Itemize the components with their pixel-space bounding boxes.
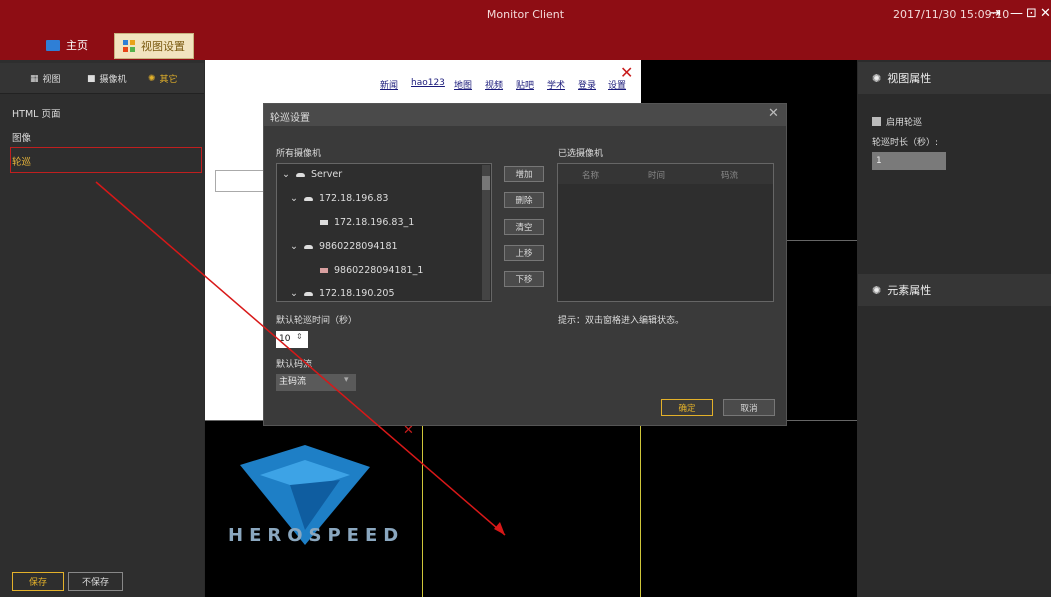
tree-node-device[interactable]: ⌄ 9860228094181 <box>290 241 398 252</box>
dialog-title: 轮巡设置 <box>270 113 310 124</box>
tree-node-label: Server <box>310 169 343 180</box>
chevron-down-icon[interactable]: ▾ <box>344 375 349 385</box>
camera-icon: ■ <box>87 73 96 84</box>
camera-icon <box>320 220 328 225</box>
logo-text: HEROSPEED <box>228 525 405 546</box>
column-stream[interactable]: 码流 <box>721 169 738 181</box>
cancel-button[interactable]: 取消 <box>723 399 775 416</box>
link-xueshu[interactable]: 学术 <box>547 78 565 91</box>
view-props-header: ✺ 视图属性 <box>858 62 1051 94</box>
selected-cameras-label: 已选摄像机 <box>558 149 604 159</box>
camera-icon <box>320 268 328 273</box>
tab-view[interactable]: ▦ 视图 <box>30 72 61 86</box>
monitor-icon <box>46 39 60 51</box>
tree-node-device[interactable]: ⌄ 172.18.190.205 <box>290 288 395 299</box>
server-icon <box>303 196 313 201</box>
tab-other-label: 其它 <box>159 75 178 85</box>
chevron-down-icon: ⌄ <box>290 288 298 299</box>
restore-icon[interactable]: ⊡ <box>1026 6 1037 21</box>
element-props-title: 元素属性 <box>887 284 932 297</box>
tree-node-label: 172.18.196.83_1 <box>334 217 415 228</box>
checkbox-icon <box>872 117 881 126</box>
chevron-down-icon: ⌄ <box>282 169 290 180</box>
camera-tree[interactable] <box>276 163 492 302</box>
tree-node-label: 9860228094181 <box>318 241 398 252</box>
tree-scroll-thumb[interactable] <box>482 176 490 190</box>
move-up-button[interactable]: 上移 <box>504 245 544 261</box>
list-item-tour[interactable]: 轮巡 <box>12 154 31 168</box>
link-login[interactable]: 登录 <box>578 78 596 91</box>
column-time[interactable]: 时间 <box>648 169 665 181</box>
chevron-down-icon: ⌄ <box>290 193 298 204</box>
element-props-header: ✺ 元素属性 <box>858 274 1051 306</box>
tab-camera[interactable]: ■ 摄像机 <box>87 72 127 86</box>
nav-view-settings[interactable]: 视图设置 <box>114 33 194 59</box>
ok-button[interactable]: 确定 <box>661 399 713 416</box>
server-icon <box>295 172 305 177</box>
link-news[interactable]: 新闻 <box>380 78 398 91</box>
server-icon <box>303 291 313 296</box>
hint-text: 提示：双击窗格进入编辑状态。 <box>558 316 685 326</box>
link-video[interactable]: 视频 <box>485 78 503 91</box>
close-pane-icon[interactable]: ✕ <box>620 63 633 82</box>
grid-line <box>640 420 641 597</box>
tree-node-device[interactable]: ⌄ 172.18.196.83 <box>290 193 388 204</box>
default-time-label: 默认轮巡时间（秒） <box>276 316 358 326</box>
nav-home-label: 主页 <box>66 39 88 52</box>
tree-node-label: 172.18.196.83 <box>318 193 389 204</box>
gear-icon: ✺ <box>872 283 882 297</box>
server-icon <box>303 244 313 249</box>
grid-icon <box>123 40 135 52</box>
column-name[interactable]: 名称 <box>582 169 599 181</box>
add-button[interactable]: 增加 <box>504 166 544 182</box>
spin-icon[interactable]: ⇕ <box>296 332 303 341</box>
dialog-title-bar <box>264 104 786 126</box>
logout-icon[interactable]: ⇥ <box>990 6 1001 21</box>
tour-duration-label: 轮巡时长（秒）: <box>872 138 939 148</box>
link-tieba[interactable]: 贴吧 <box>516 78 534 91</box>
tab-camera-label: 摄像机 <box>99 75 127 85</box>
gear-icon: ✺ <box>148 73 156 84</box>
clear-button[interactable]: 清空 <box>504 219 544 235</box>
gear-icon: ✺ <box>872 71 882 85</box>
search-box[interactable] <box>215 170 265 192</box>
tab-other[interactable]: ✺ 其它 <box>148 72 178 86</box>
save-button[interactable]: 保存 <box>12 572 64 591</box>
link-map[interactable]: 地图 <box>454 78 472 91</box>
list-item-image[interactable]: 图像 <box>12 130 31 144</box>
nosave-button[interactable]: 不保存 <box>68 572 123 591</box>
tree-node-camera[interactable]: 9860228094181_1 <box>320 265 423 276</box>
default-stream-label: 默认码流 <box>276 360 313 370</box>
minimize-icon[interactable]: — <box>1010 6 1023 21</box>
all-cameras-label: 所有摄像机 <box>276 149 322 159</box>
move-down-button[interactable]: 下移 <box>504 271 544 287</box>
enable-tour-label: 启用轮巡 <box>886 118 923 128</box>
chevron-down-icon: ⌄ <box>290 241 298 252</box>
nav-view-settings-label: 视图设置 <box>141 40 185 53</box>
tree-node-server[interactable]: ⌄ Server <box>282 169 342 180</box>
grid-line <box>422 420 423 597</box>
link-hao123[interactable]: hao123 <box>411 78 445 88</box>
delete-button[interactable]: 删除 <box>504 192 544 208</box>
nav-home[interactable]: 主页 <box>38 33 96 57</box>
enable-tour-checkbox[interactable]: 启用轮巡 <box>872 115 922 128</box>
selection-highlight-box <box>10 147 202 173</box>
grid-small-icon: ▦ <box>30 73 39 84</box>
tab-view-label: 视图 <box>42 75 61 85</box>
dialog-close-icon[interactable]: ✕ <box>768 106 779 121</box>
tree-node-label: 172.18.190.205 <box>318 288 395 299</box>
view-props-title: 视图属性 <box>887 72 932 85</box>
tour-duration-input[interactable]: 1 <box>872 152 946 170</box>
default-time-input[interactable]: 10 <box>276 331 308 348</box>
tree-node-label: 9860228094181_1 <box>334 265 424 276</box>
tree-node-camera[interactable]: 172.18.196.83_1 <box>320 217 414 228</box>
list-item-html[interactable]: HTML 页面 <box>12 106 60 120</box>
close-icon[interactable]: ✕ <box>1040 6 1051 21</box>
